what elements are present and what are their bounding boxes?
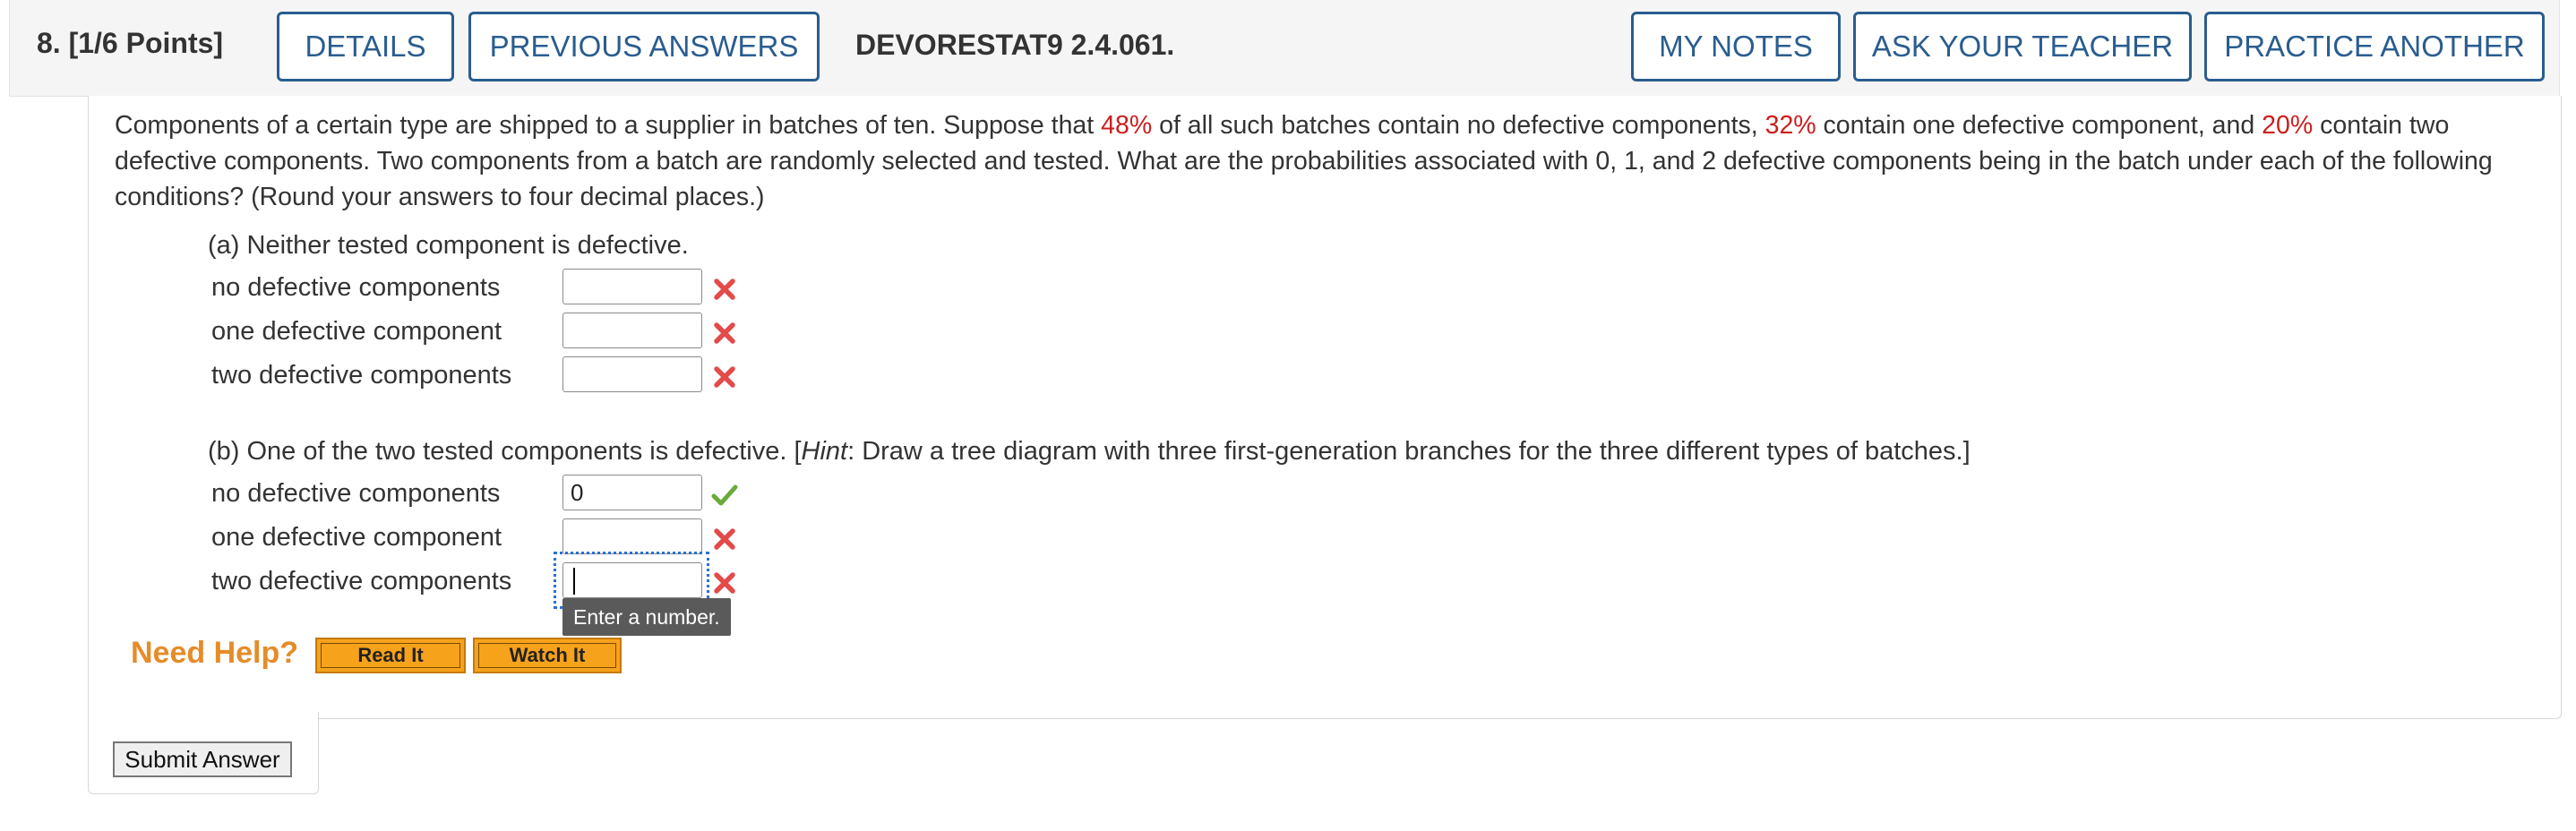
part-b-one-defective-input[interactable]: [562, 518, 702, 554]
my-notes-button[interactable]: MY NOTES: [1631, 12, 1841, 81]
points-label: [1/6 Points]: [68, 27, 224, 59]
problem-text: Components of a certain type are shipped…: [115, 111, 2493, 211]
submit-answer-button[interactable]: Submit Answer: [113, 741, 292, 777]
problem-code: DEVORESTAT9 2.4.061.: [855, 29, 1175, 61]
incorrect-icon: [711, 526, 738, 553]
watch-it-button[interactable]: Watch It: [473, 638, 622, 673]
incorrect-icon: [711, 276, 738, 303]
part-a-one-defective-input[interactable]: [562, 313, 702, 348]
part-b-no-defective-input[interactable]: [562, 475, 702, 510]
incorrect-icon: [711, 320, 738, 347]
pct-one-defective: 32%: [1765, 111, 1816, 140]
part-a-two-defective-input[interactable]: [562, 356, 702, 392]
part-a-label: (a) Neither tested component is defectiv…: [208, 231, 689, 260]
part-a-row-label: no defective components: [211, 273, 501, 302]
pct-two-defective: 20%: [2262, 111, 2314, 140]
question-number: 8. [1/6 Points]: [37, 27, 224, 59]
part-b-label: (b) One of the two tested components is …: [208, 437, 1971, 466]
need-help-label: Need Help?: [131, 636, 299, 670]
practice-another-button[interactable]: PRACTICE ANOTHER: [2204, 12, 2545, 81]
part-b-two-defective-input[interactable]: [562, 562, 702, 598]
part-a-row-label: one defective component: [211, 317, 502, 346]
incorrect-icon: [711, 570, 738, 596]
text-cursor: [573, 568, 575, 595]
correct-check-icon: [711, 482, 738, 509]
pct-no-defective: 48%: [1101, 111, 1153, 140]
part-a-no-defective-input[interactable]: [562, 269, 702, 304]
ask-your-teacher-button[interactable]: ASK YOUR TEACHER: [1853, 12, 2192, 81]
input-tooltip: Enter a number.: [562, 598, 731, 636]
question-header: 8. [1/6 Points] DETAILS PREVIOUS ANSWERS…: [9, 0, 2560, 97]
previous-answers-button[interactable]: PREVIOUS ANSWERS: [468, 12, 820, 81]
part-b-row-label: two defective components: [211, 567, 512, 595]
incorrect-icon: [711, 364, 738, 390]
part-b-row-label: no defective components: [211, 479, 501, 508]
details-button[interactable]: DETAILS: [277, 12, 454, 81]
part-b-row-label: one defective component: [211, 523, 502, 552]
read-it-button[interactable]: Read It: [315, 638, 466, 673]
hint-word: Hint: [801, 437, 848, 466]
part-a-row-label: two defective components: [211, 361, 512, 390]
